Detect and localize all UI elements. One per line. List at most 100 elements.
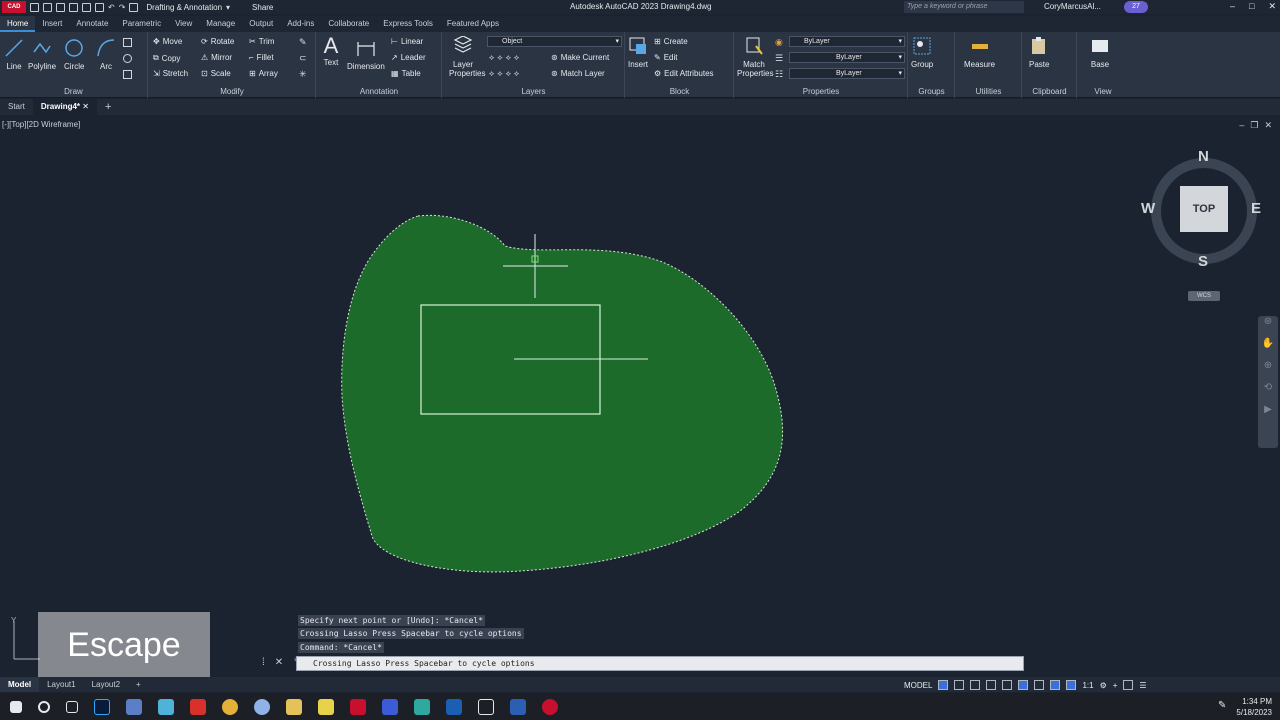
app-logo[interactable]: CAD: [2, 1, 26, 13]
lineweight-icon[interactable]: ☰: [775, 53, 783, 64]
selection-cycling-icon[interactable]: [1050, 680, 1061, 690]
tab-view[interactable]: View: [168, 16, 199, 32]
rectangle-icon[interactable]: [123, 38, 132, 47]
user-account[interactable]: CoryMarcusAl...: [1044, 2, 1101, 11]
close-icon[interactable]: ✕: [275, 657, 283, 668]
pen-icon[interactable]: ✎: [1218, 700, 1226, 711]
table-button[interactable]: ▦ Table: [391, 69, 421, 78]
notification-badge[interactable]: 27: [1124, 1, 1148, 13]
task-view-icon[interactable]: [66, 700, 78, 713]
annotation-visibility-icon[interactable]: [1066, 680, 1077, 690]
arc-button[interactable]: Arc: [96, 38, 116, 71]
share-button[interactable]: Share: [252, 3, 273, 12]
tab-annotate[interactable]: Annotate: [69, 16, 115, 32]
groups-panel-title[interactable]: Groups: [909, 87, 954, 96]
base-button[interactable]: Base: [1090, 36, 1110, 69]
compass-north[interactable]: N: [1198, 148, 1209, 165]
tab-express-tools[interactable]: Express Tools: [376, 16, 440, 32]
layout1-tab[interactable]: Layout1: [39, 677, 83, 692]
ortho-icon[interactable]: [970, 680, 981, 690]
block-panel-title[interactable]: Block: [626, 87, 733, 96]
share-view-icon[interactable]: [129, 2, 139, 12]
revit-icon[interactable]: [382, 698, 398, 715]
match-layer-button[interactable]: ⊛ Match Layer: [551, 69, 605, 78]
tab-manage[interactable]: Manage: [199, 16, 242, 32]
paste-button[interactable]: Paste: [1029, 36, 1049, 69]
trim-button[interactable]: ✂ Trim: [249, 37, 274, 46]
scale-button[interactable]: ⊡ Scale: [201, 69, 231, 78]
customization-menu-icon[interactable]: ☰: [1139, 681, 1146, 690]
fillet-button[interactable]: ⌐ Fillet: [249, 53, 274, 62]
zoom-extents-icon[interactable]: ⊕: [1258, 360, 1278, 382]
snap-icon[interactable]: [954, 680, 965, 690]
table-draw-icon[interactable]: [123, 70, 132, 79]
offset-icon[interactable]: ⊂: [299, 53, 307, 64]
close-icon[interactable]: ✕: [82, 102, 89, 111]
circle-button[interactable]: Circle: [64, 38, 84, 71]
model-space-toggle[interactable]: MODEL: [904, 681, 932, 690]
layer-state-icon[interactable]: ⟡⟡⟡⟡: [489, 69, 522, 79]
draw-panel-title[interactable]: Draw: [0, 87, 147, 96]
line-button[interactable]: Line: [4, 38, 24, 71]
grid-icon[interactable]: [938, 680, 949, 690]
object-snap-tracking-icon[interactable]: [1018, 680, 1029, 690]
photoshop-icon[interactable]: [94, 698, 110, 715]
color-wheel-icon[interactable]: ◉: [775, 37, 783, 48]
save-icon[interactable]: [56, 2, 65, 12]
tab-home[interactable]: Home: [0, 16, 36, 32]
viewcube[interactable]: TOP N S E W: [1141, 148, 1263, 270]
chrome-icon[interactable]: [222, 698, 238, 715]
tab-add-ins[interactable]: Add-ins: [280, 16, 321, 32]
minimize-icon[interactable]: –: [1230, 1, 1235, 12]
wcs-menu[interactable]: WCS: [1188, 291, 1220, 301]
array-button[interactable]: ⊞ Array: [249, 69, 278, 78]
recorder-icon[interactable]: [542, 698, 558, 715]
pan-icon[interactable]: ✋: [1258, 338, 1278, 360]
undo-icon[interactable]: ↶: [108, 3, 115, 12]
cube-app-icon[interactable]: [478, 698, 494, 715]
new-tab-button[interactable]: +: [97, 99, 119, 115]
lineweight-dropdown[interactable]: ByLayer: [789, 52, 905, 63]
app-icon[interactable]: [254, 698, 270, 715]
polar-icon[interactable]: [986, 680, 997, 690]
dimension-button[interactable]: Dimension: [347, 38, 385, 71]
grip-icon[interactable]: ⁞: [262, 657, 265, 668]
windows-start-icon[interactable]: [10, 700, 22, 713]
open-file-icon[interactable]: [43, 2, 52, 12]
stretch-button[interactable]: ⇲ Stretch: [153, 69, 188, 78]
annotation-panel-title[interactable]: Annotation: [317, 87, 441, 96]
clipboard-panel-title[interactable]: Clipboard: [1023, 87, 1076, 96]
copy-button[interactable]: ⧉ Copy: [153, 53, 180, 63]
layer-tools-icon[interactable]: ⟡⟡⟡⟡: [489, 53, 522, 63]
polyline-button[interactable]: Polyline: [28, 38, 56, 71]
linetype-dropdown[interactable]: ByLayer: [789, 68, 905, 79]
search-icon[interactable]: [38, 700, 50, 713]
tab-insert[interactable]: Insert: [35, 16, 69, 32]
model-tab[interactable]: Model: [0, 677, 40, 692]
autocad-icon[interactable]: [350, 698, 366, 715]
erase-icon[interactable]: ✎: [299, 37, 307, 48]
edit-block-button[interactable]: ✎ Edit: [654, 53, 678, 62]
mirror-button[interactable]: ⚠ Mirror: [201, 53, 232, 62]
linear-button[interactable]: ⊢ Linear: [391, 37, 423, 46]
annotation-scale[interactable]: 1:1: [1082, 681, 1093, 690]
chevron-down-icon[interactable]: ▾: [226, 3, 230, 12]
plus-icon[interactable]: +: [1113, 681, 1118, 690]
workspace-gear-icon[interactable]: ⚙: [1100, 681, 1107, 690]
add-layout-button[interactable]: +: [128, 677, 149, 692]
layer-properties-button[interactable]: Layer Properties: [449, 35, 485, 78]
object-snap-icon[interactable]: [1034, 680, 1045, 690]
isolate-objects-icon[interactable]: [1123, 680, 1134, 690]
measure-button[interactable]: Measure: [964, 36, 995, 69]
close-icon[interactable]: ✕: [1268, 1, 1276, 12]
view-panel-title[interactable]: View: [1078, 87, 1128, 96]
drawing-viewport[interactable]: [-][Top][2D Wireframe] – ❐ ✕ Y TOP N S E…: [0, 116, 1280, 676]
calculator-icon[interactable]: [126, 698, 142, 715]
layers-panel-title[interactable]: Layers: [443, 87, 624, 96]
text-button[interactable]: A Text: [321, 35, 341, 68]
leader-button[interactable]: ↗ Leader: [391, 53, 426, 62]
maya-icon[interactable]: [414, 698, 430, 715]
save-as-icon[interactable]: [69, 2, 78, 12]
showmotion-icon[interactable]: ▶: [1258, 404, 1278, 426]
plot-icon[interactable]: [95, 2, 104, 12]
